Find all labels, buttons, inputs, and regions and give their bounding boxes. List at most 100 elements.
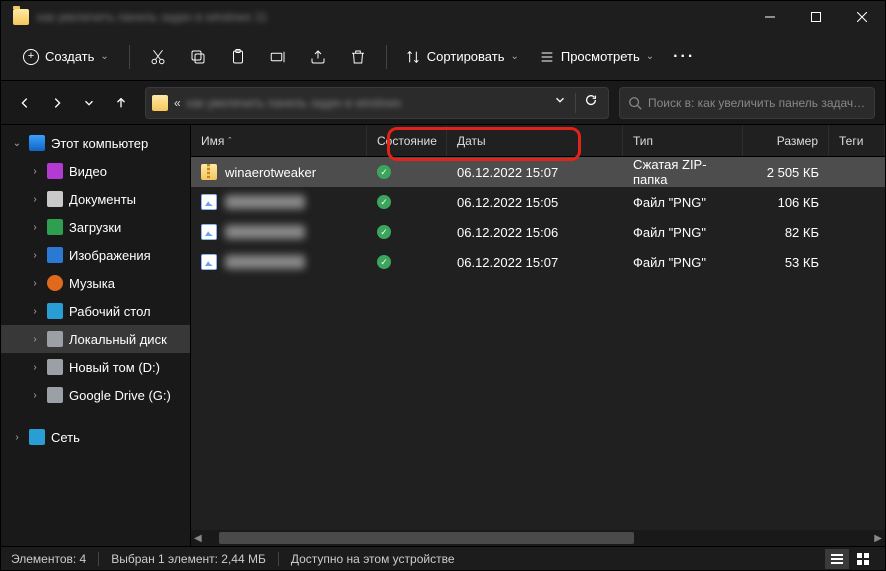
copy-button[interactable]: [180, 39, 216, 75]
titlebar: как увеличить панель задач в windows 11: [1, 1, 885, 33]
chevron-down-icon: ⌄: [646, 51, 654, 62]
chevron-right-icon: ›: [29, 278, 41, 289]
chevron-right-icon: ›: [29, 390, 41, 401]
more-button[interactable]: ···: [666, 39, 702, 75]
file-name: xxxxxxxx: [225, 225, 305, 239]
col-tags[interactable]: Теги: [829, 125, 885, 156]
folder-icon: [13, 9, 29, 25]
chevron-down-icon: ⌄: [11, 138, 23, 149]
sidebar-item-pictures[interactable]: ›Изображения: [1, 241, 190, 269]
sync-ok-icon: ✓: [377, 225, 391, 239]
minimize-button[interactable]: [747, 1, 793, 33]
sidebar-item-new-volume[interactable]: › Новый том (D:): [1, 353, 190, 381]
file-date: 06.12.2022 15:06: [447, 217, 623, 247]
forward-button[interactable]: [43, 89, 71, 117]
search-box[interactable]: Поиск в: как увеличить панель задач в...: [619, 87, 875, 119]
sidebar-item-label: Новый том (D:): [69, 360, 160, 375]
sidebar-item-label: Локальный диск: [69, 332, 167, 347]
chevron-right-icon: ›: [29, 306, 41, 317]
sort-button[interactable]: Сортировать ⌄: [397, 43, 527, 71]
nav-arrows: [11, 89, 135, 117]
scroll-right-icon[interactable]: ▶: [871, 533, 885, 544]
address-dropdown[interactable]: [549, 89, 571, 116]
col-type[interactable]: Тип: [623, 125, 743, 156]
music-icon: [47, 275, 63, 291]
network-icon: [29, 429, 45, 445]
sort-label: Сортировать: [427, 49, 505, 64]
scroll-thumb[interactable]: [219, 532, 634, 544]
tiles-view-button[interactable]: [851, 549, 875, 569]
view-button[interactable]: Просмотреть ⌄: [531, 43, 662, 71]
sync-ok-icon: ✓: [377, 165, 391, 179]
address-bar[interactable]: « как увеличить панель задач в windows: [145, 87, 609, 119]
col-size[interactable]: Размер: [743, 125, 829, 156]
file-size: 53 КБ: [743, 247, 829, 277]
pc-icon: [29, 135, 45, 151]
column-headers: Имяˆ Состояние Даты Тип Размер Теги: [191, 125, 885, 157]
refresh-button[interactable]: [580, 89, 602, 116]
sidebar-item-google-drive[interactable]: › Google Drive (G:): [1, 381, 190, 409]
file-row[interactable]: xxxxxxxx✓06.12.2022 15:05Файл "PNG"106 К…: [191, 187, 885, 217]
chevron-right-icon: ›: [29, 250, 41, 261]
image-file-icon: [201, 194, 217, 210]
col-state[interactable]: Состояние: [367, 125, 447, 156]
image-file-icon: [201, 254, 217, 270]
sidebar-this-pc[interactable]: ⌄ Этот компьютер: [1, 129, 190, 157]
body: ⌄ Этот компьютер ›Видео ›Документы ›Загр…: [1, 125, 885, 546]
scroll-left-icon[interactable]: ◀: [191, 533, 205, 544]
paste-button[interactable]: [220, 39, 256, 75]
sidebar-network[interactable]: ›Сеть: [1, 423, 190, 451]
sidebar-item-label: Рабочий стол: [69, 304, 151, 319]
file-row[interactable]: xxxxxxxx✓06.12.2022 15:07Файл "PNG"53 КБ: [191, 247, 885, 277]
back-button[interactable]: [11, 89, 39, 117]
sidebar: ⌄ Этот компьютер ›Видео ›Документы ›Загр…: [1, 125, 191, 546]
status-selected: Выбран 1 элемент: 2,44 МБ: [111, 552, 266, 566]
up-button[interactable]: [107, 89, 135, 117]
maximize-button[interactable]: [793, 1, 839, 33]
separator: [129, 45, 130, 69]
file-type: Файл "PNG": [623, 187, 743, 217]
file-type: Файл "PNG": [623, 217, 743, 247]
sidebar-item-local-disk[interactable]: ›Локальный диск: [1, 325, 190, 353]
address-path: как увеличить панель задач в windows: [187, 96, 402, 110]
address-prefix: «: [174, 96, 181, 110]
col-date[interactable]: Даты: [447, 125, 623, 156]
rename-button[interactable]: [260, 39, 296, 75]
file-row[interactable]: winaerotweaker✓06.12.2022 15:07Сжатая ZI…: [191, 157, 885, 187]
col-name[interactable]: Имяˆ: [191, 125, 367, 156]
plus-icon: +: [23, 49, 39, 65]
folder-icon: [152, 95, 168, 111]
window-buttons: [747, 1, 885, 33]
horizontal-scrollbar[interactable]: ◀ ▶: [191, 530, 885, 546]
chevron-right-icon: ›: [29, 362, 41, 373]
new-button[interactable]: + Создать ⌄: [13, 43, 119, 71]
search-icon: [628, 96, 642, 110]
recent-button[interactable]: [75, 89, 103, 117]
file-size: 82 КБ: [743, 217, 829, 247]
delete-button[interactable]: [340, 39, 376, 75]
separator: [98, 552, 99, 566]
sidebar-item-label: Google Drive (G:): [69, 388, 171, 403]
sidebar-item-documents[interactable]: ›Документы: [1, 185, 190, 213]
file-date: 06.12.2022 15:07: [447, 247, 623, 277]
pictures-icon: [47, 247, 63, 263]
sync-ok-icon: ✓: [377, 255, 391, 269]
close-button[interactable]: [839, 1, 885, 33]
sidebar-item-music[interactable]: ›Музыка: [1, 269, 190, 297]
documents-icon: [47, 191, 63, 207]
sidebar-item-label: Видео: [69, 164, 107, 179]
details-view-button[interactable]: [825, 549, 849, 569]
separator: [386, 45, 387, 69]
file-date: 06.12.2022 15:05: [447, 187, 623, 217]
sidebar-item-desktop[interactable]: › Рабочий стол: [1, 297, 190, 325]
chevron-right-icon: ›: [11, 432, 23, 443]
share-button[interactable]: [300, 39, 336, 75]
nav-row: « как увеличить панель задач в windows П…: [1, 81, 885, 125]
file-name: xxxxxxxx: [225, 195, 305, 209]
file-row[interactable]: xxxxxxxx ✓ 06.12.2022 15:06Файл "PNG"82 КБ: [191, 217, 885, 247]
scroll-track[interactable]: [219, 532, 858, 544]
sidebar-item-downloads[interactable]: ›Загрузки: [1, 213, 190, 241]
file-type: Файл "PNG": [623, 247, 743, 277]
sidebar-item-video[interactable]: ›Видео: [1, 157, 190, 185]
cut-button[interactable]: [140, 39, 176, 75]
